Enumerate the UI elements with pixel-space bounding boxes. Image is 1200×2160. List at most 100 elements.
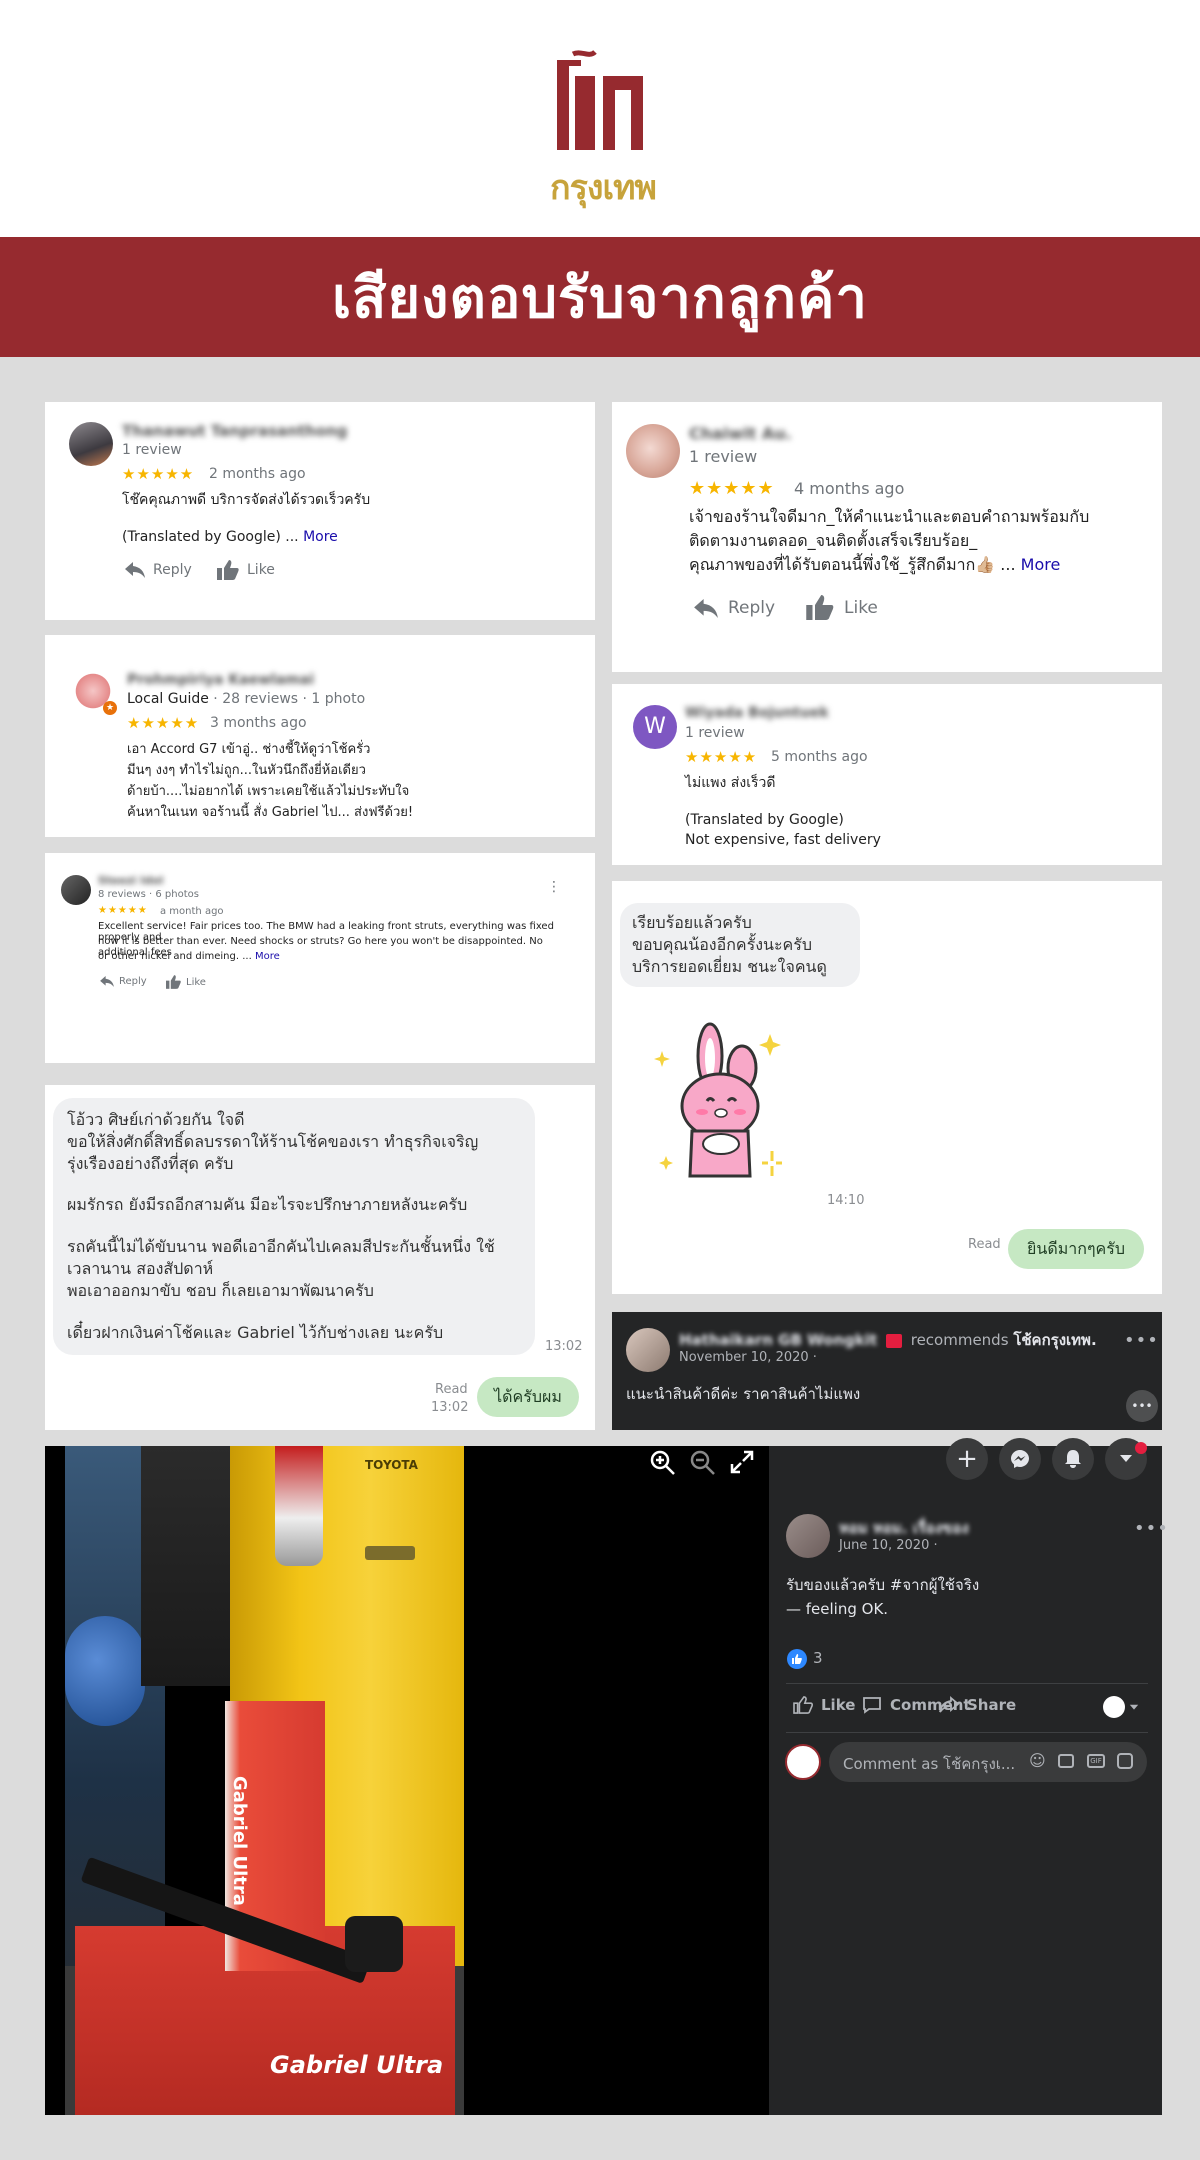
- like-button[interactable]: Like: [166, 975, 206, 989]
- post-date[interactable]: November 10, 2020 ·: [679, 1350, 817, 1365]
- divider: [786, 1683, 1148, 1684]
- review-count: 1 review: [685, 725, 745, 741]
- review-text-line: or other nickel and dimeing. ...: [98, 951, 252, 962]
- reviewer-name[interactable]: Prohmpiriya Kaewlamai: [127, 672, 314, 688]
- messenger-icon[interactable]: [999, 1438, 1041, 1480]
- reply-button[interactable]: Reply: [694, 598, 775, 618]
- tail-light: [275, 1446, 323, 1566]
- emoji-icon[interactable]: ☺: [1029, 1751, 1046, 1770]
- review-card: Thanawut Tanprasanthong 1 review ★★★★★ 2…: [45, 402, 595, 620]
- comment-input[interactable]: Comment as โช้คกรุงเ... ☺ GIF: [829, 1742, 1147, 1782]
- post-text: รับของแล้วครับ #จากผู้ใช้จริง: [786, 1576, 980, 1594]
- reply-label: Reply: [119, 976, 147, 987]
- comment-placeholder: Comment as โช้คกรุงเ...: [843, 1755, 1016, 1773]
- poster-name[interactable]: หอม หอม. เรื่องของ: [839, 1516, 969, 1540]
- fullscreen-icon[interactable]: [730, 1450, 754, 1474]
- page-title: เสียงตอบรับจากลูกค้า: [0, 237, 1200, 357]
- more-link[interactable]: More: [303, 529, 338, 545]
- gif-icon[interactable]: GIF: [1087, 1754, 1105, 1768]
- message-line: บริการยอดเยี่ยม ชนะใจคนดู: [632, 957, 827, 976]
- reply-icon: [125, 562, 145, 578]
- caret-down-icon: [1129, 1704, 1139, 1710]
- box-brand-label: Gabriel Ultra: [270, 2051, 444, 2079]
- more-icon[interactable]: •••: [1124, 1330, 1159, 1351]
- car-badge: TOYOTA: [365, 1458, 418, 1472]
- more-link[interactable]: More: [255, 951, 280, 962]
- post-date[interactable]: June 10, 2020 ·: [839, 1538, 938, 1553]
- caret-down-icon: [1120, 1455, 1132, 1462]
- message-line: พอเอาออกมาขับ ชอบ ก็เลยเอามาพัฒนาครับ: [67, 1281, 374, 1300]
- reviewer-name[interactable]: Thanawut Tanprasanthong: [122, 422, 347, 440]
- like-reaction-icon: [787, 1649, 807, 1669]
- post-feeling: — feeling OK.: [786, 1600, 889, 1618]
- reply-button[interactable]: Reply: [100, 976, 147, 987]
- recommender-name[interactable]: Hathaikarn GB Wongkit: [679, 1331, 877, 1349]
- local-guide-label: Local Guide: [127, 691, 209, 707]
- avatar: W: [633, 705, 677, 749]
- more-icon[interactable]: ⋮: [547, 879, 561, 895]
- review-card: ★ Prohmpiriya Kaewlamai Local Guide · 28…: [45, 635, 595, 837]
- zoom-in-icon[interactable]: [650, 1450, 676, 1476]
- reply-label: Reply: [728, 598, 776, 618]
- reply-label: Reply: [153, 562, 192, 578]
- review-card: Steezi Idol 8 reviews · 6 photos ⋮ ★★★★★…: [45, 853, 595, 1063]
- star-rating: ★★★★★: [98, 905, 148, 916]
- avatar: [626, 1328, 670, 1372]
- divider: [786, 1732, 1148, 1733]
- post-text: แนะนำสินค้าดีค่ะ ราคาสินค้าไม่แพง: [626, 1385, 861, 1403]
- like-label: Like: [821, 1696, 856, 1714]
- star-rating: ★★★★★: [127, 714, 200, 732]
- thumbs-up-icon: [217, 560, 239, 580]
- review-text-line: เจ้าของร้านใจดีมาก_ให้คำแนะนำและตอบคำถาม…: [689, 507, 1090, 526]
- review-time: 4 months ago: [794, 479, 905, 498]
- more-link[interactable]: More: [1021, 555, 1061, 574]
- thumbs-up-icon: [793, 1696, 813, 1714]
- reviewer-name[interactable]: Chaiwit Au.: [689, 424, 792, 443]
- read-time: 13:02: [431, 1400, 469, 1415]
- comment-icon: [863, 1697, 881, 1714]
- review-count: 1 review: [689, 447, 758, 466]
- camera-icon[interactable]: [1058, 1754, 1074, 1768]
- reviewer-name[interactable]: Wiyada Bojuntuek: [685, 705, 829, 721]
- facebook-post-panel: + หอม หอม. เรื่องของ June 10, 2020 · •••…: [769, 1438, 1168, 2115]
- avatar: [786, 1514, 830, 1558]
- review-time: 5 months ago: [771, 749, 868, 765]
- recommends-label: recommends: [910, 1331, 1009, 1349]
- photo-dark-side: [464, 1446, 769, 2115]
- local-guide-badge-icon: ★: [103, 701, 117, 715]
- sent-message-bubble: ได้ครับผม: [477, 1377, 579, 1417]
- plus-icon[interactable]: +: [946, 1438, 988, 1480]
- message-line: รุ่งเรืองอย่างถึงที่สุด ครับ: [67, 1154, 234, 1173]
- like-label: Like: [247, 562, 275, 578]
- zoom-out-icon[interactable]: [690, 1450, 716, 1476]
- review-time: a month ago: [160, 906, 224, 917]
- star-rating: ★★★★★: [685, 748, 758, 766]
- page-avatar: [1103, 1696, 1125, 1718]
- post-as-selector[interactable]: [1103, 1696, 1139, 1718]
- logo-mark: [557, 50, 643, 150]
- like-button[interactable]: Like: [217, 560, 275, 580]
- read-status: Read: [435, 1382, 468, 1397]
- bell-icon[interactable]: [1052, 1438, 1094, 1480]
- review-text-line: มีนๆ งงๆ ทำไรไม่ถูก...ในหัวนึกถึงยี่ห้อเ…: [127, 763, 366, 778]
- commenter-avatar: [785, 1744, 821, 1780]
- facebook-recommendation: Hathaikarn GB Wongkit recommends โช้คกรุ…: [612, 1312, 1162, 1430]
- like-label: Like: [186, 976, 206, 988]
- reviewer-name[interactable]: Steezi Idol: [98, 874, 163, 887]
- message-line: ผมรักรถ ยังมีรถอีกสามคัน มีอะไรจะปรึกษาภ…: [67, 1195, 468, 1214]
- more-icon[interactable]: •••: [1134, 1518, 1169, 1539]
- sticker-icon[interactable]: [1117, 1753, 1133, 1769]
- translated-text: Not expensive, fast delivery: [685, 832, 881, 848]
- page-link[interactable]: โช้คกรุงเทพ.: [1013, 1331, 1096, 1349]
- avatar: [626, 424, 680, 478]
- reply-button[interactable]: Reply: [125, 562, 192, 578]
- like-button[interactable]: Like: [793, 1696, 855, 1714]
- logo-wordmark: กรุงเทพ: [550, 168, 657, 208]
- more-icon[interactable]: •••: [1126, 1390, 1158, 1422]
- review-text-line: ติดตามงานตลอด_จนติดตั้งเสร็จเรียบร้อย_: [689, 531, 978, 550]
- share-button[interactable]: Share: [939, 1696, 1016, 1714]
- like-button[interactable]: Like: [806, 595, 878, 620]
- translated-note: (Translated by Google): [685, 812, 844, 828]
- reaction-count[interactable]: 3: [813, 1649, 823, 1667]
- reply-icon: [100, 976, 114, 987]
